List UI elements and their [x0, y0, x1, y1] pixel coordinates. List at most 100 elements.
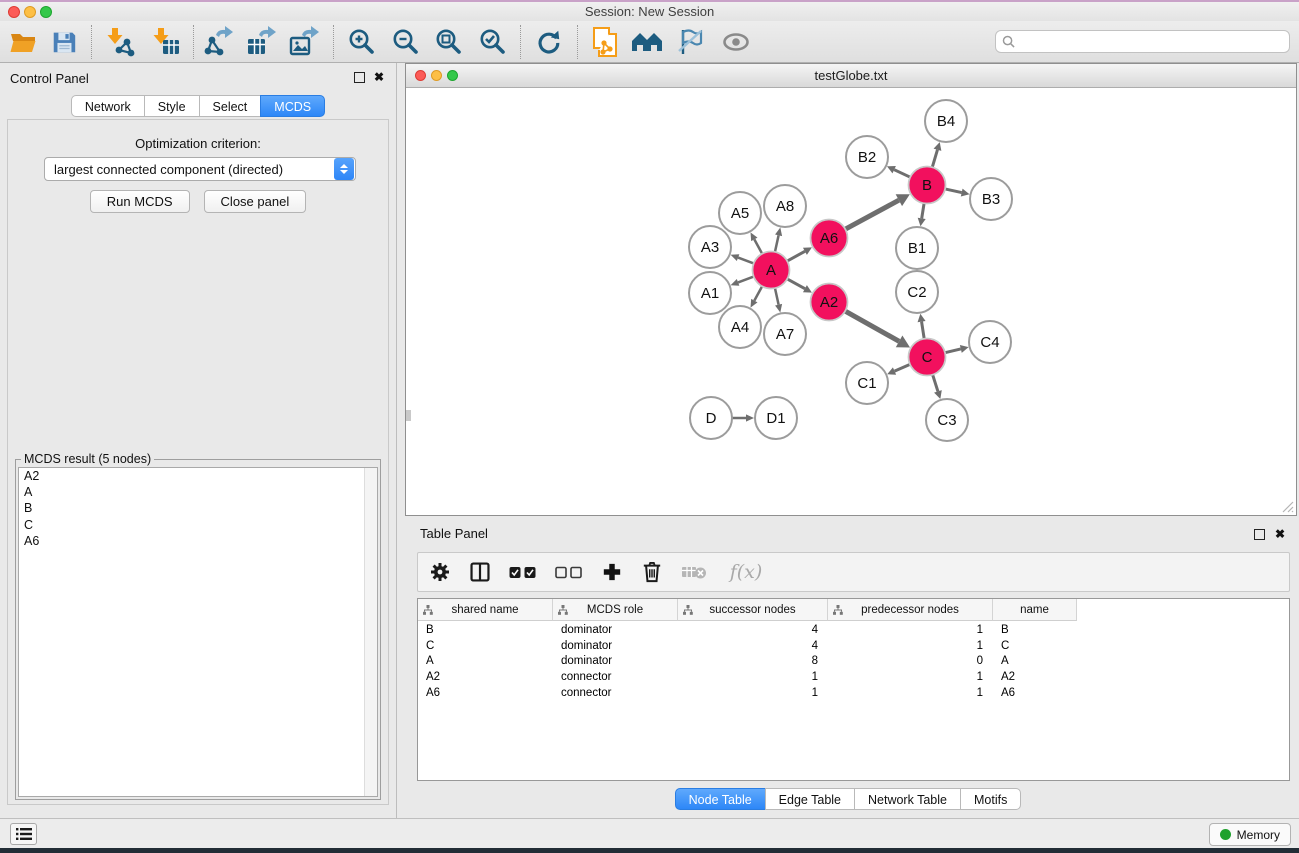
- graph-edge-B-B1[interactable]: [918, 203, 926, 226]
- mcds-result-item[interactable]: A: [19, 484, 377, 500]
- table-cell[interactable]: B: [993, 623, 1077, 639]
- tab-motifs[interactable]: Motifs: [960, 788, 1021, 810]
- run-mcds-button[interactable]: Run MCDS: [90, 190, 190, 213]
- minimize-window-light[interactable]: [24, 6, 36, 18]
- graph-edge-A-A5[interactable]: [751, 232, 763, 253]
- graph-node-C3[interactable]: C3: [926, 399, 968, 441]
- graph-node-A7[interactable]: A7: [764, 313, 806, 355]
- refresh-icon[interactable]: [530, 24, 566, 60]
- table-cell[interactable]: A2: [418, 670, 553, 686]
- export-network-icon[interactable]: [200, 24, 236, 60]
- resize-grip-icon[interactable]: [1282, 501, 1294, 513]
- canvas-scrollbar-thumb[interactable]: [406, 410, 411, 421]
- graph-edge-A-A4[interactable]: [751, 286, 763, 307]
- table-cell[interactable]: 4: [678, 639, 828, 655]
- table-cell[interactable]: B: [418, 623, 553, 639]
- mcds-result-item[interactable]: A6: [19, 533, 377, 549]
- graph-edge-B-B2[interactable]: [887, 166, 910, 177]
- tab-node-table[interactable]: Node Table: [675, 788, 766, 810]
- graph-edge-C-C1[interactable]: [887, 364, 910, 374]
- mcds-result-item[interactable]: C: [19, 517, 377, 533]
- graph-edge-B-B3[interactable]: [945, 189, 969, 197]
- graph-node-B3[interactable]: B3: [970, 178, 1012, 220]
- deselect-all-checkboxes-icon[interactable]: [554, 560, 584, 584]
- graph-node-C[interactable]: C: [909, 339, 946, 376]
- column-header-name[interactable]: name: [993, 599, 1077, 621]
- table-cell[interactable]: dominator: [553, 654, 678, 670]
- column-header-successor-nodes[interactable]: successor nodes: [678, 599, 828, 621]
- network-from-file-icon[interactable]: [587, 24, 623, 60]
- export-image-icon[interactable]: [286, 24, 322, 60]
- memory-button[interactable]: Memory: [1209, 823, 1291, 846]
- show-hide-icon[interactable]: [718, 24, 754, 60]
- function-builder-icon[interactable]: f(x): [724, 560, 768, 584]
- graph-node-A1[interactable]: A1: [689, 272, 731, 314]
- mcds-result-item[interactable]: A2: [19, 468, 377, 484]
- zoom-window-light[interactable]: [40, 6, 52, 18]
- graph-edge-D-D1[interactable]: [732, 414, 754, 421]
- graph-node-A3[interactable]: A3: [689, 226, 731, 268]
- tab-edge-table[interactable]: Edge Table: [765, 788, 855, 810]
- table-cell[interactable]: A2: [993, 670, 1077, 686]
- graph-node-D[interactable]: D: [690, 397, 732, 439]
- export-table-icon[interactable]: [243, 24, 279, 60]
- node-table[interactable]: shared nameMCDS rolesuccessor nodesprede…: [417, 598, 1290, 781]
- close-panel-icon[interactable]: ✖: [1275, 529, 1285, 540]
- search-input[interactable]: [1019, 35, 1283, 49]
- home-icon[interactable]: [629, 24, 665, 60]
- table-cell[interactable]: connector: [553, 686, 678, 702]
- close-window-light[interactable]: [8, 6, 20, 18]
- table-cell[interactable]: A: [993, 654, 1077, 670]
- graph-node-B2[interactable]: B2: [846, 136, 888, 178]
- graph-edge-A-A3[interactable]: [731, 254, 754, 263]
- float-panel-icon[interactable]: [354, 72, 365, 83]
- add-column-icon[interactable]: [600, 560, 624, 584]
- graph-node-B4[interactable]: B4: [925, 100, 967, 142]
- table-cell[interactable]: connector: [553, 670, 678, 686]
- toggle-graphics-details-icon[interactable]: [672, 24, 708, 60]
- delete-column-icon[interactable]: [640, 560, 664, 584]
- table-row-C[interactable]: Cdominator41C: [418, 639, 1078, 655]
- table-cell[interactable]: 1: [678, 686, 828, 702]
- zoom-in-icon[interactable]: [343, 24, 379, 60]
- table-cell[interactable]: 1: [828, 686, 993, 702]
- graph-edge-A-A1[interactable]: [731, 277, 754, 286]
- zoom-window-light[interactable]: [447, 70, 458, 81]
- network-window-titlebar[interactable]: testGlobe.txt: [406, 64, 1296, 88]
- graph-node-A5[interactable]: A5: [719, 192, 761, 234]
- zoom-out-icon[interactable]: [387, 24, 423, 60]
- graph-node-A8[interactable]: A8: [764, 185, 806, 227]
- import-table-icon[interactable]: [148, 24, 184, 60]
- graph-node-D1[interactable]: D1: [755, 397, 797, 439]
- graph-node-C2[interactable]: C2: [896, 271, 938, 313]
- graph-node-B1[interactable]: B1: [896, 227, 938, 269]
- graph-node-C1[interactable]: C1: [846, 362, 888, 404]
- graph-node-C4[interactable]: C4: [969, 321, 1011, 363]
- table-cell[interactable]: A6: [418, 686, 553, 702]
- save-session-icon[interactable]: [46, 24, 82, 60]
- graph-node-B[interactable]: B: [909, 167, 946, 204]
- graph-node-A4[interactable]: A4: [719, 306, 761, 348]
- settings-gear-icon[interactable]: [428, 560, 452, 584]
- column-header-predecessor-nodes[interactable]: predecessor nodes: [828, 599, 993, 621]
- zoom-selected-icon[interactable]: [474, 24, 510, 60]
- graph-node-A[interactable]: A: [753, 252, 790, 289]
- search-field[interactable]: [995, 30, 1290, 53]
- task-history-button[interactable]: [10, 823, 37, 845]
- result-list-scrollbar[interactable]: [364, 468, 377, 796]
- graph-edge-A-A7[interactable]: [775, 288, 782, 312]
- table-cell[interactable]: A6: [993, 686, 1077, 702]
- graph-edge-A2-C[interactable]: [845, 311, 910, 347]
- float-panel-icon[interactable]: [1254, 529, 1265, 540]
- graph-edge-A-A2[interactable]: [787, 279, 812, 293]
- open-session-icon[interactable]: [5, 24, 41, 60]
- table-cell[interactable]: 1: [678, 670, 828, 686]
- tab-network[interactable]: Network: [71, 95, 145, 117]
- close-panel-icon[interactable]: ✖: [374, 72, 384, 83]
- graph-edge-A-A8[interactable]: [775, 227, 782, 251]
- table-row-A6[interactable]: A6connector11A6: [418, 686, 1078, 702]
- table-cell[interactable]: 1: [828, 639, 993, 655]
- tab-network-table[interactable]: Network Table: [854, 788, 961, 810]
- graph-edge-B-B4[interactable]: [932, 142, 941, 167]
- columns-icon[interactable]: [468, 560, 492, 584]
